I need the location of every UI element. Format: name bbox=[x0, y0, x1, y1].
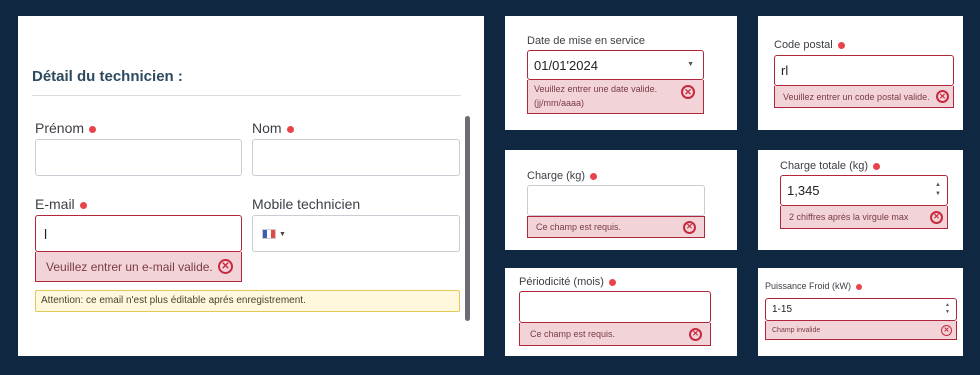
chevron-down-icon: ▼ bbox=[687, 61, 694, 68]
error-x-icon: ✕ bbox=[936, 90, 949, 103]
last-name-label: Nom bbox=[252, 120, 294, 136]
date-value: 01/01'2024 bbox=[534, 58, 598, 73]
required-dot bbox=[837, 41, 845, 49]
email-error: Veuillez entrer un e-mail valide. ✕ bbox=[35, 252, 242, 282]
period-panel: Périodicité (mois) Ce champ est requis. … bbox=[505, 268, 737, 356]
required-dot bbox=[89, 125, 97, 133]
postal-input[interactable]: rl bbox=[774, 55, 954, 86]
power-error-text: Champ invalide bbox=[772, 326, 821, 334]
mobile-input[interactable]: ▼ bbox=[252, 215, 460, 252]
power-panel: Puissance Froid (kW) 1-15 ▲ ▼ Champ inval… bbox=[758, 268, 963, 356]
error-x-icon: ✕ bbox=[683, 220, 696, 234]
spinner-arrows-icon[interactable]: ▲ ▼ bbox=[945, 303, 950, 315]
attention-text: Attention: ce email n'est plus éditable … bbox=[41, 295, 306, 306]
date-error-line1: Veuillez entrer une date valide. bbox=[534, 83, 658, 94]
required-dot bbox=[79, 201, 87, 209]
email-label: E-mail bbox=[35, 196, 87, 212]
date-error: Veuillez entrer une date valide. (jj/mm/… bbox=[527, 80, 704, 114]
caret-down-icon: ▼ bbox=[279, 230, 286, 238]
charge-total-label: Charge totale (kg) bbox=[780, 160, 881, 172]
power-value: 1-15 bbox=[772, 304, 793, 315]
period-error-text: Ce champ est requis. bbox=[530, 329, 616, 339]
scrollbar-thumb[interactable] bbox=[465, 116, 470, 321]
date-select[interactable]: 01/01'2024 ▼ bbox=[527, 50, 704, 80]
required-dot bbox=[873, 162, 881, 170]
power-input[interactable]: 1-15 ▲ ▼ bbox=[765, 298, 957, 321]
email-input[interactable]: l bbox=[35, 215, 242, 252]
period-error: Ce champ est requis. ✕ bbox=[519, 323, 711, 346]
date-error-line2: (jj/mm/aaaa) bbox=[534, 97, 585, 108]
charge-panel: Charge (kg) Ce champ est requis. ✕ bbox=[505, 150, 737, 250]
mobile-label: Mobile technicien bbox=[252, 196, 361, 212]
postal-panel: Code postal rl Veuillez entrer un code p… bbox=[758, 16, 963, 130]
date-panel: Date de mise en service 01/01'2024 ▼ Veu… bbox=[505, 16, 737, 130]
charge-error-text: Ce champ est requis. bbox=[536, 222, 622, 232]
required-dot bbox=[608, 278, 616, 286]
spinner-arrows-icon[interactable]: ▲ ▼ bbox=[935, 182, 941, 196]
charge-label: Charge (kg) bbox=[527, 170, 598, 182]
last-name-input[interactable] bbox=[252, 139, 460, 176]
postal-error-text: Veuillez entrer un code postal valide. bbox=[783, 91, 930, 102]
charge-total-error: 2 chiffres après la virgule max ✕ bbox=[780, 206, 948, 229]
postal-label: Code postal bbox=[774, 39, 845, 51]
required-dot bbox=[590, 172, 598, 180]
period-input[interactable] bbox=[519, 291, 711, 323]
postal-value: rl bbox=[781, 63, 789, 78]
date-label: Date de mise en service bbox=[527, 35, 645, 47]
error-x-icon: ✕ bbox=[941, 324, 952, 336]
french-flag-icon bbox=[262, 229, 276, 239]
required-dot bbox=[856, 283, 863, 290]
power-error: Champ invalide ✕ bbox=[765, 321, 957, 340]
period-label: Périodicité (mois) bbox=[519, 276, 616, 288]
section-divider bbox=[32, 95, 461, 96]
charge-input[interactable] bbox=[527, 185, 705, 216]
error-x-icon: ✕ bbox=[930, 210, 943, 224]
charge-total-error-text: 2 chiffres après la virgule max bbox=[789, 212, 909, 222]
charge-total-input[interactable]: 1,345 ▲ ▼ bbox=[780, 175, 948, 206]
date-error-text: Veuillez entrer une date valide. (jj/mm/… bbox=[534, 83, 657, 111]
section-title: Détail du technicien : bbox=[32, 68, 183, 85]
postal-error: Veuillez entrer un code postal valide. ✕ bbox=[774, 86, 954, 108]
email-error-text: Veuillez entrer un e-mail valide. bbox=[46, 259, 213, 274]
error-x-icon: ✕ bbox=[681, 85, 695, 99]
required-dot bbox=[286, 125, 294, 133]
technician-panel: Détail du technicien : Prénom Nom E-mail… bbox=[18, 16, 484, 356]
attention-notice: Attention: ce email n'est plus éditable … bbox=[35, 290, 460, 312]
error-x-icon: ✕ bbox=[689, 327, 702, 341]
email-value: l bbox=[44, 226, 48, 242]
error-x-icon: ✕ bbox=[218, 259, 233, 274]
country-selector[interactable]: ▼ bbox=[262, 229, 286, 239]
charge-total-panel: Charge totale (kg) 1,345 ▲ ▼ 2 chiffres a… bbox=[758, 150, 963, 250]
power-label: Puissance Froid (kW) bbox=[765, 281, 863, 291]
first-name-input[interactable] bbox=[35, 139, 242, 176]
first-name-label: Prénom bbox=[35, 120, 97, 136]
charge-error: Ce champ est requis. ✕ bbox=[527, 216, 705, 238]
charge-total-value: 1,345 bbox=[787, 183, 820, 198]
